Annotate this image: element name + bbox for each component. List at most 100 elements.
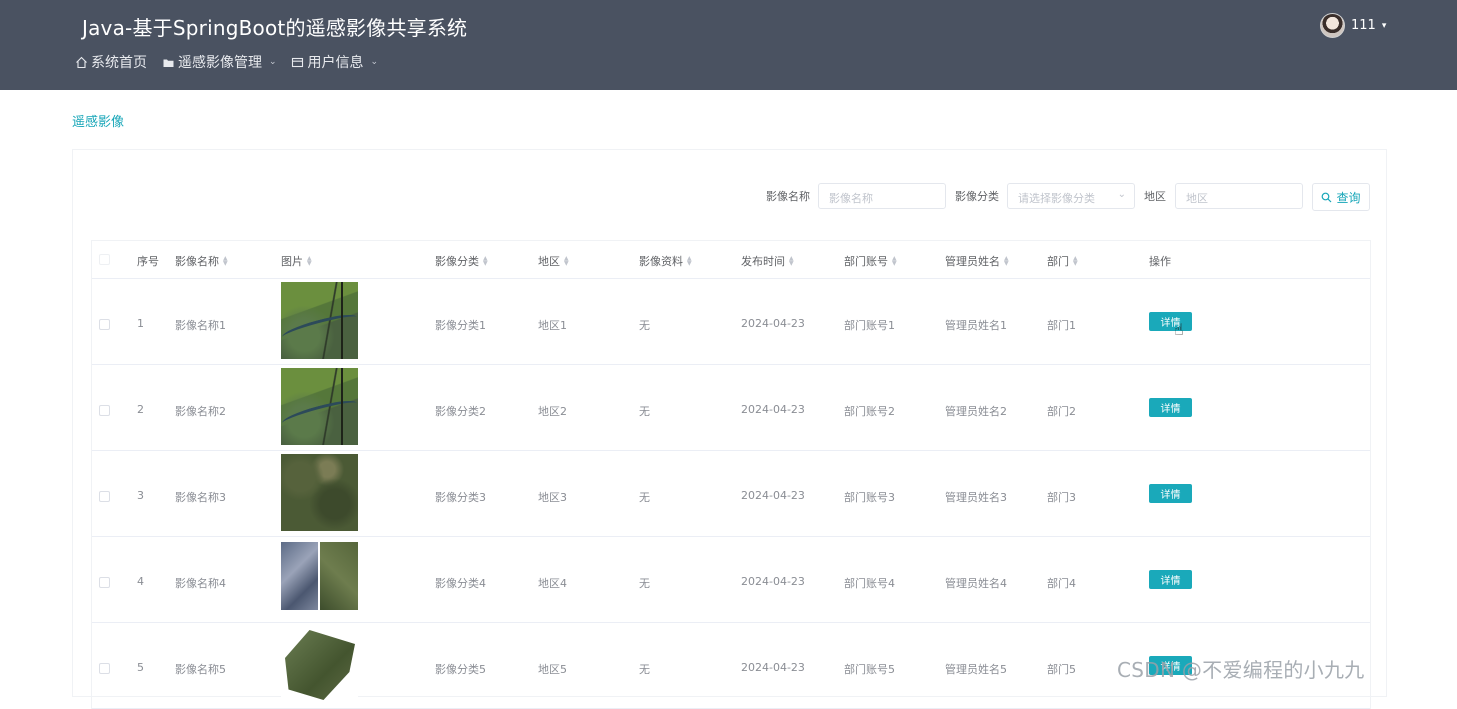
cell-category: 影像分类4	[435, 577, 486, 590]
cell-index: 3	[137, 489, 144, 502]
col-region-label: 地区	[538, 255, 560, 268]
folder-icon	[161, 55, 175, 69]
user-menu[interactable]: 111 ▾	[1320, 13, 1386, 38]
cell-date: 2024-04-23	[741, 661, 805, 674]
query-button-label: 查询	[1336, 190, 1361, 205]
cell-name: 影像名称1	[175, 319, 226, 332]
cell-category: 影像分类1	[435, 319, 486, 332]
sort-icon: ▲ ▼	[564, 255, 569, 267]
cell-account: 部门账号5	[844, 663, 895, 676]
select-all-checkbox[interactable]	[99, 254, 110, 265]
col-material[interactable]: 影像资料 ▲ ▼	[639, 253, 692, 269]
cell-name: 影像名称4	[175, 577, 226, 590]
cell-date: 2024-04-23	[741, 317, 805, 330]
col-date-label: 发布时间	[741, 255, 785, 268]
cell-name: 影像名称5	[175, 663, 226, 676]
cell-account: 部门账号1	[844, 319, 895, 332]
cell-region: 地区3	[538, 491, 567, 504]
detail-button[interactable]: 详情	[1149, 570, 1192, 589]
row-checkbox[interactable]	[99, 577, 110, 588]
category-label: 影像分类	[955, 190, 999, 203]
nav-imagery-management[interactable]: 遥感影像管理 ⌄	[161, 52, 277, 72]
cell-admin: 管理员姓名5	[945, 663, 1007, 676]
nav-imagery-management-label: 遥感影像管理	[178, 55, 262, 71]
cell-material: 无	[639, 577, 650, 590]
table-row: 4 影像名称4 影像分类4 地区4 无 2024-04-23 部门账号4 管理员…	[92, 537, 1370, 623]
table-row: 2 影像名称2 影像分类2 地区2 无 2024-04-23 部门账号2 管理员…	[92, 365, 1370, 451]
cell-account: 部门账号2	[844, 405, 895, 418]
row-checkbox[interactable]	[99, 491, 110, 502]
col-admin-label: 管理员姓名	[945, 255, 1000, 268]
name-label: 影像名称	[766, 190, 810, 203]
breadcrumb[interactable]: 遥感影像	[72, 111, 124, 130]
col-image[interactable]: 图片 ▲ ▼	[281, 253, 312, 269]
river-satellite-thumbnail[interactable]	[281, 282, 358, 359]
card-icon	[291, 55, 305, 69]
top-header: Java-基于SpringBoot的遥感影像共享系统 系统首页 遥感影像管理 ⌄…	[0, 0, 1457, 90]
detail-button[interactable]: 详情	[1149, 484, 1192, 503]
cell-date: 2024-04-23	[741, 489, 805, 502]
col-category-label: 影像分类	[435, 255, 479, 268]
home-icon	[74, 55, 88, 69]
cell-dept: 部门5	[1047, 663, 1076, 676]
nav-home-label: 系统首页	[91, 55, 147, 71]
cell-account: 部门账号3	[844, 491, 895, 504]
sort-icon: ▲ ▼	[223, 255, 228, 267]
col-name-label: 影像名称	[175, 255, 219, 268]
col-dept[interactable]: 部门 ▲ ▼	[1047, 253, 1078, 269]
cell-region: 地区5	[538, 663, 567, 676]
cell-admin: 管理员姓名3	[945, 491, 1007, 504]
cell-dept: 部门2	[1047, 405, 1076, 418]
nav-user-info[interactable]: 用户信息 ⌄	[291, 52, 378, 72]
cell-date: 2024-04-23	[741, 575, 805, 588]
cell-admin: 管理员姓名2	[945, 405, 1007, 418]
cell-material: 无	[639, 319, 650, 332]
query-button[interactable]: 查询	[1312, 183, 1370, 211]
cell-index: 1	[137, 317, 144, 330]
detail-button[interactable]: 详情	[1149, 312, 1192, 331]
split-satellite-thumbnail[interactable]	[281, 540, 358, 617]
col-name[interactable]: 影像名称 ▲ ▼	[175, 253, 228, 269]
watermark: CSDN @不爱编程的小九九	[1117, 658, 1365, 682]
caret-down-icon: ▾	[1381, 20, 1387, 31]
col-image-label: 图片	[281, 255, 303, 268]
cell-material: 无	[639, 405, 650, 418]
nav-home[interactable]: 系统首页	[74, 52, 147, 72]
col-admin[interactable]: 管理员姓名 ▲ ▼	[945, 253, 1009, 269]
cell-name: 影像名称3	[175, 491, 226, 504]
category-select-placeholder: 请选择影像分类	[1018, 192, 1095, 205]
row-checkbox[interactable]	[99, 663, 110, 674]
cell-dept: 部门1	[1047, 319, 1076, 332]
name-search-input[interactable]: 影像名称	[818, 183, 946, 209]
sort-icon: ▲ ▼	[307, 255, 312, 267]
imagery-table: 序号 影像名称 ▲ ▼ 图片 ▲ ▼ 影像分类 ▲ ▼ 地区 ▲ ▼ 影像资料 ▲ ▼ 发布时间 ▲ ▼…	[91, 240, 1371, 709]
cropped-satellite-thumbnail[interactable]	[281, 626, 358, 703]
user-name: 111	[1351, 18, 1376, 33]
cell-account: 部门账号4	[844, 577, 895, 590]
category-select[interactable]: 请选择影像分类 ⌄	[1007, 183, 1135, 209]
cell-index: 5	[137, 661, 144, 674]
app-title: Java-基于SpringBoot的遥感影像共享系统	[82, 16, 468, 40]
forest-satellite-thumbnail[interactable]	[281, 454, 358, 531]
col-account[interactable]: 部门账号 ▲ ▼	[844, 253, 897, 269]
col-index: 序号	[137, 255, 159, 268]
detail-button[interactable]: 详情	[1149, 398, 1192, 417]
sort-icon: ▲ ▼	[1073, 255, 1078, 267]
cell-category: 影像分类5	[435, 663, 486, 676]
chevron-down-icon: ⌄	[269, 57, 277, 67]
cell-region: 地区4	[538, 577, 567, 590]
cell-material: 无	[639, 663, 650, 676]
col-date[interactable]: 发布时间 ▲ ▼	[741, 253, 794, 269]
region-search-input[interactable]: 地区	[1175, 183, 1303, 209]
row-checkbox[interactable]	[99, 319, 110, 330]
sort-icon: ▲ ▼	[1004, 255, 1009, 267]
col-region[interactable]: 地区 ▲ ▼	[538, 253, 569, 269]
river-satellite-thumbnail[interactable]	[281, 368, 358, 445]
row-checkbox[interactable]	[99, 405, 110, 416]
cell-index: 2	[137, 403, 144, 416]
col-category[interactable]: 影像分类 ▲ ▼	[435, 253, 488, 269]
cell-region: 地区2	[538, 405, 567, 418]
table-header: 序号 影像名称 ▲ ▼ 图片 ▲ ▼ 影像分类 ▲ ▼ 地区 ▲ ▼ 影像资料 ▲ ▼ 发布时间 ▲ ▼…	[92, 241, 1370, 279]
main-nav: 系统首页 遥感影像管理 ⌄ 用户信息 ⌄	[74, 52, 378, 72]
cell-category: 影像分类3	[435, 491, 486, 504]
